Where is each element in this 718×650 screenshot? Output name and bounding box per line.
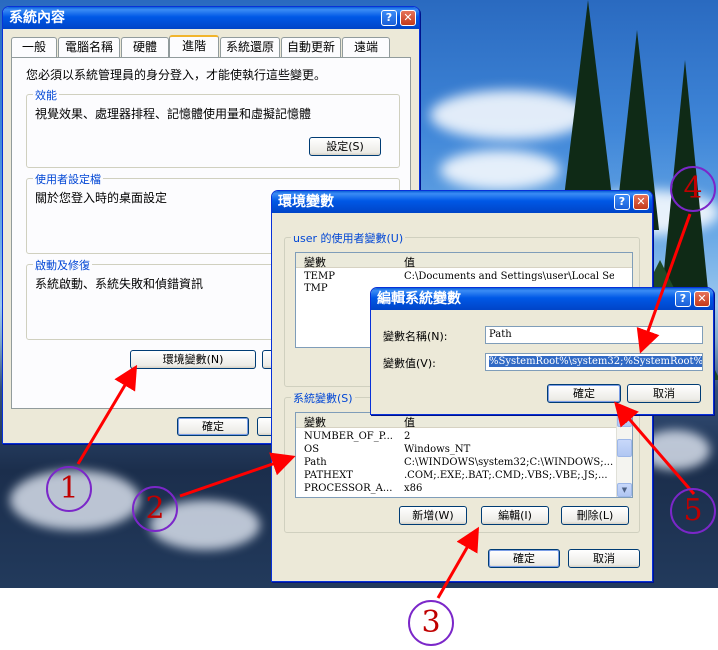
step-badge-2: 2	[132, 486, 178, 532]
arrow-step-1	[76, 364, 138, 465]
step-badge-4: 4	[670, 166, 716, 212]
arrow-step-5	[614, 401, 696, 495]
annotation-arrows	[76, 213, 696, 599]
step-badge-3: 3	[408, 600, 454, 646]
tab-advanced[interactable]: 進階	[169, 35, 219, 57]
arrow-step-3	[436, 526, 479, 599]
step-badge-5: 5	[670, 488, 716, 534]
arrow-step-2	[179, 452, 296, 498]
screenshot-stage: 系統內容 ? ✕ 一般 電腦名稱 硬體 進階 系統還原 自動更新 遠端 您必須以…	[0, 0, 718, 650]
step-badge-1: 1	[46, 466, 92, 512]
arrow-step-4	[636, 213, 692, 354]
